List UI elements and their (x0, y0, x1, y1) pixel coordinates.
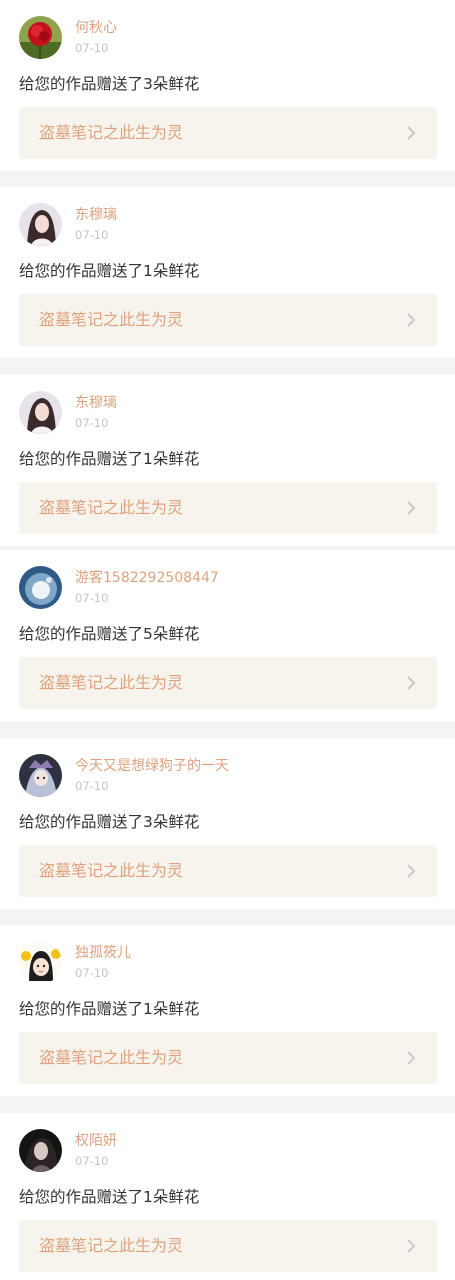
work-link[interactable]: 盗墓笔记之此生为灵 (19, 1220, 437, 1272)
notification-card: 权陌妍 07-10 给您的作品赠送了1朵鲜花 盗墓笔记之此生为灵 (0, 1113, 455, 1280)
chevron-right-icon (405, 124, 417, 142)
chevron-right-icon (405, 1049, 417, 1067)
gift-message: 给您的作品赠送了1朵鲜花 (19, 1000, 200, 1018)
user-avatar[interactable] (19, 566, 62, 609)
work-title: 盗墓笔记之此生为灵 (39, 123, 184, 142)
chevron-right-icon (405, 862, 417, 880)
work-title: 盗墓笔记之此生为灵 (39, 861, 184, 880)
username[interactable]: 权陌妍 (75, 1132, 117, 1150)
work-title: 盗墓笔记之此生为灵 (39, 673, 184, 692)
gift-message: 给您的作品赠送了1朵鲜花 (19, 450, 200, 468)
user-avatar[interactable] (19, 941, 62, 984)
notification-card: 东穆璃 07-10 给您的作品赠送了1朵鲜花 盗墓笔记之此生为灵 (0, 375, 455, 546)
user-avatar[interactable] (19, 1129, 62, 1172)
work-link[interactable]: 盗墓笔记之此生为灵 (19, 107, 437, 159)
gift-message: 给您的作品赠送了1朵鲜花 (19, 1188, 200, 1206)
notification-card: 游客1582292508447 07-10 给您的作品赠送了5朵鲜花 盗墓笔记之… (0, 550, 455, 721)
work-title: 盗墓笔记之此生为灵 (39, 1048, 184, 1067)
red-rose-avatar-icon (19, 16, 62, 59)
notification-card: 何秋心 07-10 给您的作品赠送了3朵鲜花 盗墓笔记之此生为灵 (0, 0, 455, 171)
timestamp: 07-10 (75, 416, 109, 430)
user-avatar[interactable] (19, 203, 62, 246)
gift-notification-feed: 何秋心 07-10 给您的作品赠送了3朵鲜花 盗墓笔记之此生为灵 东穆璃 07-… (0, 0, 455, 1280)
username[interactable]: 东穆璃 (75, 394, 117, 412)
gift-message: 给您的作品赠送了5朵鲜花 (19, 625, 200, 643)
notification-card: 今天又是想绿狗子的一天 07-10 给您的作品赠送了3朵鲜花 盗墓笔记之此生为灵 (0, 738, 455, 909)
work-link[interactable]: 盗墓笔记之此生为灵 (19, 482, 437, 534)
user-avatar[interactable] (19, 754, 62, 797)
chevron-right-icon (405, 674, 417, 692)
work-link[interactable]: 盗墓笔记之此生为灵 (19, 294, 437, 346)
work-link[interactable]: 盗墓笔记之此生为灵 (19, 845, 437, 897)
notification-card: 独孤筱儿 07-10 给您的作品赠送了1朵鲜花 盗墓笔记之此生为灵 (0, 925, 455, 1096)
work-link[interactable]: 盗墓笔记之此生为灵 (19, 657, 437, 709)
user-avatar[interactable] (19, 391, 62, 434)
work-link[interactable]: 盗墓笔记之此生为灵 (19, 1032, 437, 1084)
girl-portrait-avatar-icon (19, 203, 62, 246)
username[interactable]: 独孤筱儿 (75, 944, 131, 962)
username[interactable]: 游客1582292508447 (75, 569, 219, 587)
girl-portrait-avatar-icon (19, 391, 62, 434)
username[interactable]: 东穆璃 (75, 206, 117, 224)
username[interactable]: 何秋心 (75, 19, 117, 37)
gift-message: 给您的作品赠送了3朵鲜花 (19, 75, 200, 93)
user-avatar[interactable] (19, 16, 62, 59)
timestamp: 07-10 (75, 966, 109, 980)
work-title: 盗墓笔记之此生为灵 (39, 1236, 184, 1255)
timestamp: 07-10 (75, 591, 109, 605)
timestamp: 07-10 (75, 228, 109, 242)
anime-character-avatar-icon (19, 754, 62, 797)
notification-card: 东穆璃 07-10 给您的作品赠送了1朵鲜花 盗墓笔记之此生为灵 (0, 187, 455, 358)
timestamp: 07-10 (75, 41, 109, 55)
blue-sky-avatar-icon (19, 566, 62, 609)
chevron-right-icon (405, 311, 417, 329)
work-title: 盗墓笔记之此生为灵 (39, 498, 184, 517)
chevron-right-icon (405, 1237, 417, 1255)
timestamp: 07-10 (75, 779, 109, 793)
timestamp: 07-10 (75, 1154, 109, 1168)
gift-message: 给您的作品赠送了1朵鲜花 (19, 262, 200, 280)
chevron-right-icon (405, 499, 417, 517)
cartoon-girl-avatar-icon (19, 941, 62, 984)
work-title: 盗墓笔记之此生为灵 (39, 310, 184, 329)
gift-message: 给您的作品赠送了3朵鲜花 (19, 813, 200, 831)
username[interactable]: 今天又是想绿狗子的一天 (75, 757, 229, 775)
dark-portrait-avatar-icon (19, 1129, 62, 1172)
